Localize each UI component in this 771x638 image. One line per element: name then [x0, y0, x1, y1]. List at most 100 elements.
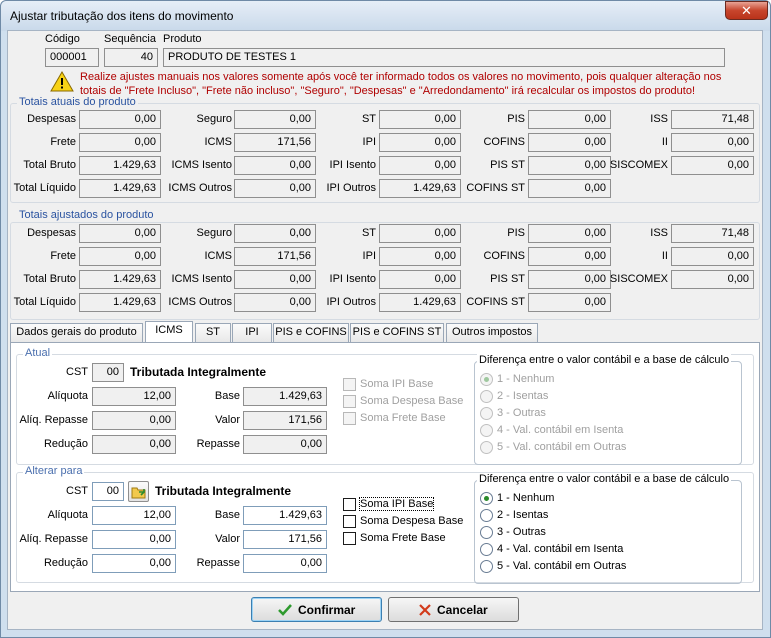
tab-outros-impostos[interactable]: Outros impostos: [446, 323, 538, 342]
alterar-soma-despesa-base-checkbox[interactable]: [343, 515, 356, 528]
cancelar-button[interactable]: Cancelar: [388, 597, 519, 622]
totais-ajustados-siscomex-label: SISCOMEX: [609, 273, 668, 285]
atual-reducao-label: Redução: [43, 438, 88, 450]
alterar-soma-frete-base-checkbox[interactable]: [343, 532, 356, 545]
totais-ajustados-total-bruto-label: Total Bruto: [23, 273, 76, 285]
alterar-cst-lookup-button[interactable]: [128, 481, 149, 502]
alterar-valor-field[interactable]: 171,56: [243, 530, 327, 549]
atual-title: Atual: [23, 347, 53, 359]
atual-repasse-label: Repasse: [196, 438, 240, 450]
atual-diff-option-5-label: 5 - Val. contábil em Outras: [497, 441, 627, 453]
close-button[interactable]: ✕: [725, 1, 768, 20]
totais-atuais-frete-field: 0,00: [79, 133, 161, 152]
tab-strip: Dados gerais do produto ICMS ST IPI PIS …: [10, 321, 760, 343]
totais-atuais-pis-label: PIS: [507, 113, 525, 125]
atual-aliq-repasse-label: Alíq. Repasse: [19, 414, 88, 426]
alterar-cst-label: CST: [66, 485, 88, 497]
totais-atuais-siscomex-field: 0,00: [671, 156, 754, 175]
totais-atuais-despesas-label: Despesas: [27, 113, 76, 125]
alterar-aliq-repasse-label: Alíq. Repasse: [19, 533, 88, 545]
atual-diff-option-4-label: 4 - Val. contábil em Isenta: [497, 424, 624, 436]
alterar-soma-ipi-base-checkbox[interactable]: [343, 498, 356, 511]
totais-ajustados-title: Totais ajustados do produto: [17, 209, 156, 221]
atual-diff-option-3-radio: [480, 407, 493, 420]
alterar-diff-option-4-radio[interactable]: [480, 543, 493, 556]
totais-ajustados-cofins-st-label: COFINS ST: [466, 296, 525, 308]
cancelar-label: Cancelar: [437, 603, 488, 617]
warning-line-2: totais de "Frete Incluso", "Frete não in…: [80, 85, 696, 97]
totais-atuais-pis-st-label: PIS ST: [490, 159, 525, 171]
totais-ajustados-ii-label: II: [661, 250, 668, 262]
tab-pis-cofins[interactable]: PIS e COFINS: [273, 323, 349, 342]
folder-icon: [131, 487, 146, 499]
atual-cst-label: CST: [66, 366, 88, 378]
atual-diff-option-1-radio: [480, 373, 493, 386]
sequencia-field: 40: [104, 48, 158, 67]
alterar-diff-option-5-label[interactable]: 5 - Val. contábil em Outras: [497, 560, 626, 572]
totais-atuais-ii-label: II: [661, 136, 668, 148]
atual-soma-despesa-base-label: Soma Despesa Base: [360, 395, 464, 407]
atual-soma-frete-base-checkbox: [343, 412, 356, 425]
totais-ajustados-icms-label: ICMS: [204, 250, 233, 262]
sequencia-label: Sequência: [104, 33, 156, 45]
totais-ajustados-pis-st-label: PIS ST: [490, 273, 525, 285]
atual-base-label: Base: [214, 390, 240, 402]
alterar-diff-option-1-label[interactable]: 1 - Nenhum: [497, 492, 554, 504]
tab-icms[interactable]: ICMS: [145, 321, 193, 342]
totais-atuais-despesas-field: 0,00: [79, 110, 161, 129]
alterar-cst-field[interactable]: 00: [92, 482, 124, 501]
alterar-diff-option-3-label[interactable]: 3 - Outras: [497, 526, 546, 538]
alterar-repasse-label: Repasse: [196, 557, 240, 569]
close-icon: ✕: [741, 3, 752, 18]
alterar-diff-option-4-label[interactable]: 4 - Val. contábil em Isenta: [497, 543, 623, 555]
totais-ajustados-total-liquido-field: 1.429,63: [79, 293, 161, 312]
radio-selected-dot: [484, 496, 489, 501]
totais-ajustados-frete-field: 0,00: [79, 247, 161, 266]
totais-ajustados-pis-label: PIS: [507, 227, 525, 239]
alterar-soma-frete-base-label[interactable]: Soma Frete Base: [360, 532, 446, 544]
tab-dados-gerais[interactable]: Dados gerais do produto: [10, 323, 143, 342]
alterar-base-field[interactable]: 1.429,63: [243, 506, 327, 525]
alterar-soma-despesa-base-label[interactable]: Soma Despesa Base: [360, 515, 463, 527]
totais-ajustados-icms-isento-label: ICMS Isento: [171, 273, 232, 285]
totais-ajustados-iss-field: 71,48: [671, 224, 754, 243]
alterar-cst-description: Tributada Integralmente: [155, 484, 292, 498]
title-bar: Ajustar tributação dos itens do moviment…: [1, 1, 770, 31]
totais-ajustados-ii-field: 0,00: [671, 247, 754, 266]
alterar-base-label: Base: [214, 509, 240, 521]
tab-st[interactable]: ST: [195, 323, 231, 342]
totais-atuais-icms-label: ICMS: [204, 136, 233, 148]
totais-ajustados-siscomex-field: 0,00: [671, 270, 754, 289]
alterar-diff-option-3-radio[interactable]: [480, 526, 493, 539]
atual-aliquota-label: Alíquota: [47, 390, 88, 402]
x-icon: [419, 604, 431, 616]
atual-diff-option-1-label: 1 - Nenhum: [497, 373, 555, 385]
alterar-diff-option-2-label[interactable]: 2 - Isentas: [497, 509, 548, 521]
alterar-soma-ipi-base-label[interactable]: Soma IPI Base: [358, 497, 435, 511]
codigo-label: Código: [45, 33, 80, 45]
tab-pis-cofins-st[interactable]: PIS e COFINS ST: [350, 323, 444, 342]
alterar-diff-option-2-radio[interactable]: [480, 509, 493, 522]
alterar-repasse-field[interactable]: 0,00: [243, 554, 327, 573]
totais-ajustados-iss-label: ISS: [650, 227, 668, 239]
check-icon: [278, 604, 292, 616]
warning-icon: [50, 71, 74, 92]
atual-soma-ipi-base-label: Soma IPI Base: [360, 378, 434, 390]
confirmar-button[interactable]: Confirmar: [251, 597, 382, 622]
dialog-client: Código 000001 Sequência 40 Produto PRODU…: [7, 30, 763, 630]
atual-diff-option-5-radio: [480, 441, 493, 454]
totais-atuais-cofins-st-field: 0,00: [528, 179, 611, 198]
atual-base-field: 1.429,63: [243, 387, 327, 406]
alterar-diff-option-5-radio[interactable]: [480, 560, 493, 573]
totais-ajustados-despesas-label: Despesas: [27, 227, 76, 239]
totais-atuais-ipi-label: IPI: [362, 136, 376, 148]
alterar-diff-option-1-radio[interactable]: [480, 492, 493, 505]
alterar-aliquota-label: Alíquota: [47, 509, 88, 521]
totais-ajustados-ipi-label: IPI: [362, 250, 376, 262]
totais-atuais-seguro-label: Seguro: [196, 113, 232, 125]
atual-diff-option-4-radio: [480, 424, 493, 437]
totais-ajustados-cofins-st-field: 0,00: [528, 293, 611, 312]
totais-atuais-frete-label: Frete: [50, 136, 76, 148]
produto-field: PRODUTO DE TESTES 1: [163, 48, 725, 67]
tab-ipi[interactable]: IPI: [232, 323, 272, 342]
